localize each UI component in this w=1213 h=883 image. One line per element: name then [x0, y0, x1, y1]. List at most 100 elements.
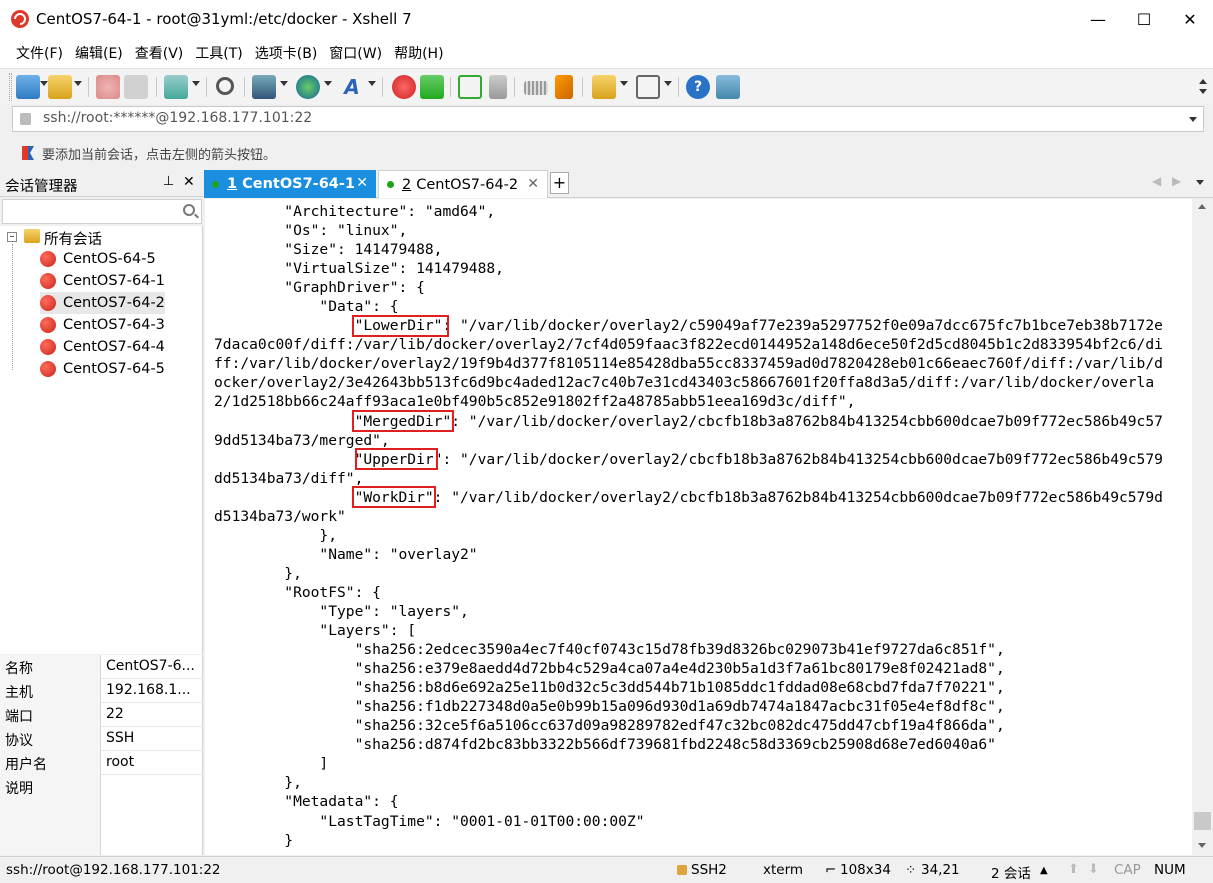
terminal-line: "sha256:f1db227348d0a5e0b99b15a096d930d1… [214, 698, 1005, 716]
close-icon[interactable]: ✕ [183, 174, 195, 190]
scroll-down-icon[interactable] [1198, 843, 1206, 848]
terminal-line: "sha256:e379e8aedd4d72bb4c529a4ca07a4e4d… [214, 660, 1005, 678]
chevron-down-icon[interactable] [1189, 117, 1197, 122]
scroll-tabs-left-icon[interactable]: ◀ [1152, 174, 1161, 188]
menu-tools[interactable]: 工具(T) [189, 43, 248, 63]
chevron-down-icon[interactable] [368, 81, 376, 86]
property-row: 端口 22 [0, 703, 203, 727]
close-button[interactable]: ✕ [1167, 0, 1213, 38]
chevron-up-icon[interactable] [1199, 79, 1207, 84]
keyboard-icon[interactable] [524, 81, 548, 95]
menu-tabs[interactable]: 选项卡(B) [249, 43, 324, 63]
properties-icon[interactable] [164, 75, 188, 99]
xshell-logo-icon [11, 10, 29, 28]
chevron-down-icon[interactable] [1199, 89, 1207, 94]
lock-icon[interactable] [489, 75, 507, 99]
session-icon [40, 317, 56, 333]
session-search-input[interactable] [2, 199, 202, 224]
status-connection: ssh://root@192.168.177.101:22 [6, 862, 221, 878]
terminal-area[interactable]: "Architecture": "amd64", "Os": "linux", … [205, 199, 1192, 855]
collapse-icon[interactable]: – [7, 232, 17, 242]
arrow-down-icon[interactable]: ⬇ [1088, 862, 1099, 877]
chevron-down-icon[interactable] [74, 81, 82, 86]
connected-status-icon [212, 180, 219, 188]
connect-icon[interactable] [96, 75, 120, 99]
session-item[interactable]: CentOS-64-5 [40, 248, 156, 270]
terminal-size-icon: ⌐ [825, 862, 837, 878]
session-manager-title: 会话管理器 [5, 179, 78, 195]
all-sessions-label[interactable]: 所有会话 [44, 228, 102, 249]
terminal-line: } [214, 831, 294, 849]
address-bar[interactable]: ssh://root:******@192.168.177.101:22 [12, 106, 1204, 132]
session-item[interactable]: CentOS7-64-4 [40, 336, 165, 358]
chevron-down-icon[interactable] [664, 81, 672, 86]
new-session-icon[interactable] [16, 75, 40, 99]
search-icon-handle [194, 213, 199, 219]
chevron-down-icon[interactable] [620, 81, 628, 86]
folder-icon [24, 229, 40, 243]
help-icon[interactable]: ? [686, 75, 710, 99]
open-folder-icon[interactable] [48, 75, 72, 99]
chevron-down-icon[interactable] [1196, 180, 1204, 185]
session-item[interactable]: CentOS7-64-3 [40, 314, 165, 336]
status-bar: ssh://root@192.168.177.101:22 SSH2 xterm… [0, 856, 1213, 883]
menu-view[interactable]: 查看(V) [129, 43, 190, 63]
terminal-line: "sha256:2edcec3590a4ec7f40cf0743c15d78fb… [214, 641, 1005, 659]
disconnect-icon[interactable] [124, 75, 148, 99]
chevron-down-icon[interactable] [280, 81, 288, 86]
add-folder-icon[interactable] [592, 75, 616, 99]
scroll-up-icon[interactable] [1198, 204, 1206, 209]
find-icon[interactable] [216, 77, 234, 95]
minimize-button[interactable]: — [1075, 0, 1121, 38]
toolbar-grip[interactable] [9, 73, 12, 101]
maximize-icon: ☐ [1136, 9, 1152, 29]
scroll-tabs-right-icon[interactable]: ▶ [1172, 174, 1181, 188]
terminal-line: 7daca0c00f/diff:/var/lib/docker/overlay2… [214, 336, 1163, 354]
status-sessions[interactable]: 2 会话 [991, 862, 1031, 882]
chevron-down-icon[interactable] [192, 81, 200, 86]
bookmark-arrow-icon[interactable] [20, 145, 36, 161]
address-input[interactable]: ssh://root:******@192.168.177.101:22 [43, 110, 312, 126]
font-icon[interactable]: A [340, 75, 364, 99]
chevron-down-icon[interactable] [40, 81, 48, 86]
terminal-scrollbar[interactable] [1192, 199, 1213, 855]
layout-icon[interactable] [636, 75, 660, 99]
copy-icon[interactable] [252, 75, 276, 99]
property-value: SSH [106, 730, 135, 746]
scrollbar-thumb[interactable] [1194, 812, 1211, 830]
session-item[interactable]: CentOS7-64-1 [40, 270, 165, 292]
property-key: 端口 [0, 703, 101, 727]
status-term: xterm [763, 862, 804, 878]
chevron-down-icon[interactable] [324, 81, 332, 86]
session-label: CentOS7-64-1 [63, 273, 165, 289]
close-icon[interactable]: ✕ [527, 176, 539, 192]
tab-session-1[interactable]: 1 CentOS7-64-1 ✕ [204, 170, 376, 198]
menu-edit[interactable]: 编辑(E) [69, 43, 129, 63]
menu-file[interactable]: 文件(F) [10, 43, 69, 63]
property-value: 22 [106, 706, 124, 722]
chevron-up-icon[interactable]: ▲ [1040, 865, 1048, 876]
globe-icon[interactable] [296, 75, 320, 99]
session-item-selected[interactable]: CentOS7-64-2 [40, 292, 165, 314]
menu-window[interactable]: 窗口(W) [323, 43, 388, 63]
arrow-up-icon[interactable]: ⬆ [1068, 862, 1079, 877]
tab-session-2[interactable]: 2 CentOS7-64-2 ✕ [378, 170, 548, 198]
session-item[interactable]: CentOS7-64-5 [40, 358, 165, 380]
fullscreen-icon[interactable] [458, 75, 482, 99]
menu-help[interactable]: 帮助(H) [388, 43, 449, 63]
terminal-line: ] [214, 755, 329, 773]
terminal-output: "Architecture": "amd64", "Os": "linux", … [214, 202, 1163, 850]
terminal-line: "Type": "layers", [214, 602, 469, 620]
pin-icon[interactable]: ⊥ [163, 174, 174, 189]
highlight-icon[interactable] [555, 75, 573, 99]
terminal-line: "Data": { [214, 298, 399, 316]
toolbar-divider [206, 77, 207, 97]
chat-icon[interactable] [716, 75, 740, 99]
close-icon[interactable]: ✕ [356, 175, 368, 191]
annotation-box-lowerdir [352, 315, 449, 337]
xftp-icon[interactable] [420, 75, 444, 99]
maximize-button[interactable]: ☐ [1121, 0, 1167, 38]
terminal-line: "VirtualSize": 141479488, [214, 260, 504, 278]
add-tab-button[interactable]: + [550, 172, 569, 194]
xshell-icon[interactable] [392, 75, 416, 99]
